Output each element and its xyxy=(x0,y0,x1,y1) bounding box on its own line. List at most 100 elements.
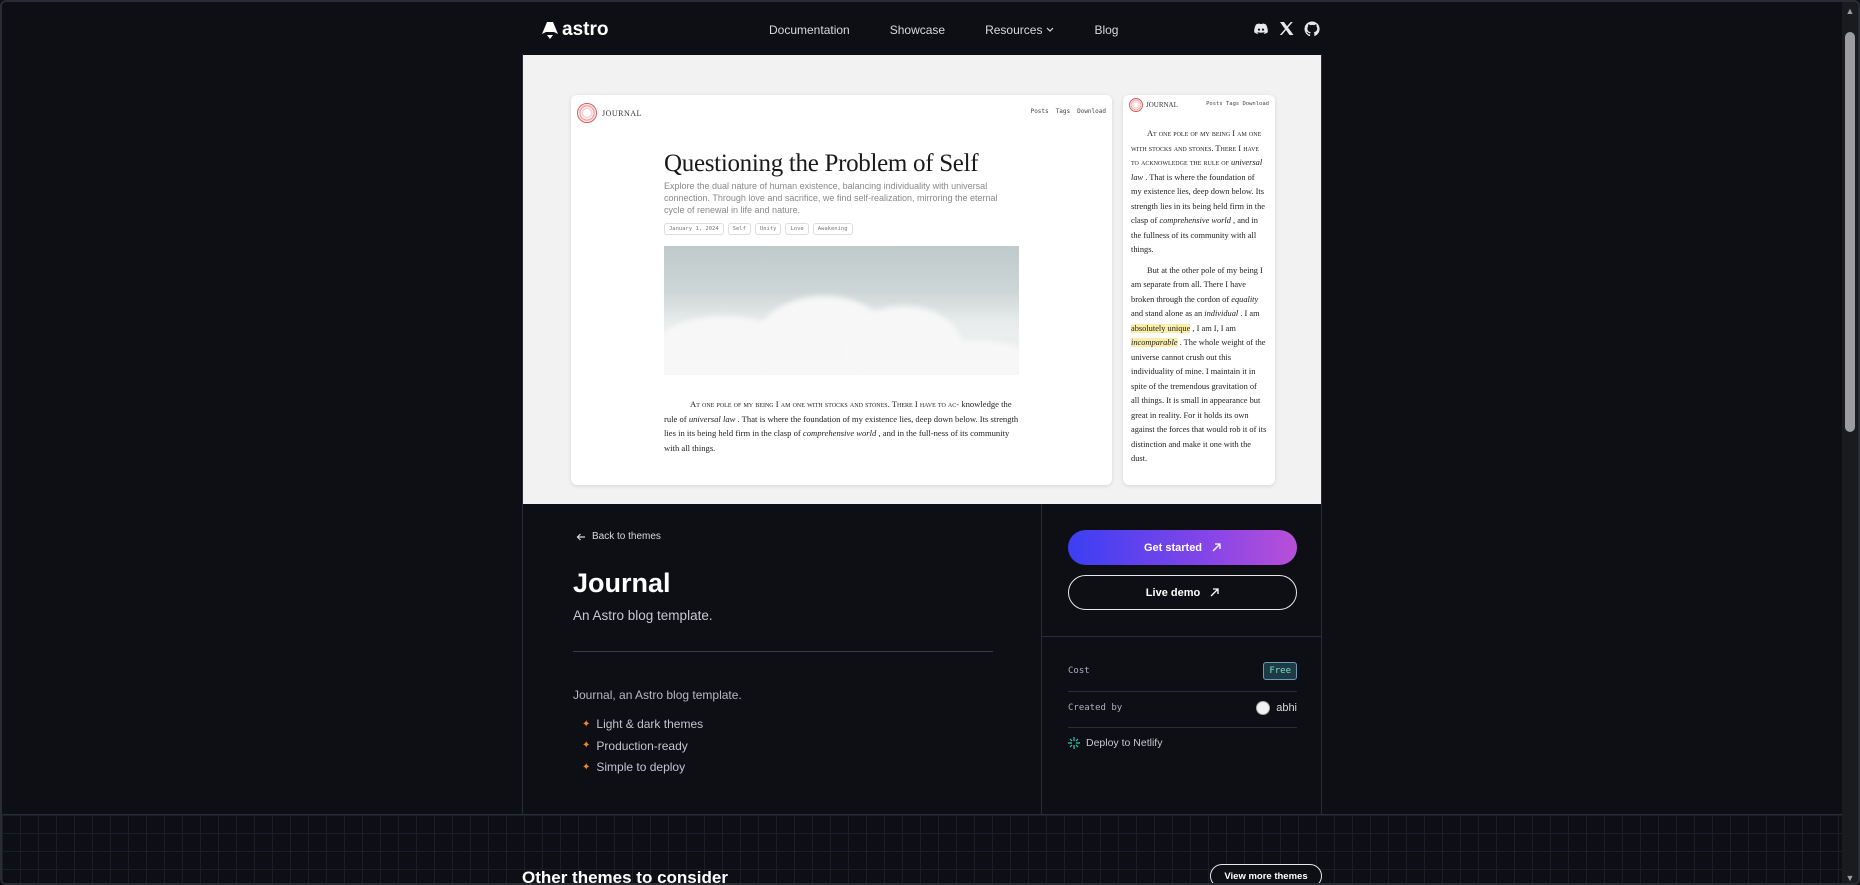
feature-item: ✦ Simple to deploy xyxy=(582,760,703,774)
nav-link-showcase[interactable]: Showcase xyxy=(890,23,945,37)
journal-nav-download: Download xyxy=(1077,108,1106,115)
arrow-up-right-icon xyxy=(1210,588,1219,597)
github-icon[interactable] xyxy=(1304,21,1320,37)
meta-row-divider xyxy=(1068,691,1297,692)
brand-name: astro xyxy=(562,19,609,40)
deploy-label: Deploy to Netlify xyxy=(1086,737,1163,749)
created-by-label: Created by xyxy=(1068,703,1123,713)
details-border-left xyxy=(522,504,523,814)
preview-desktop-card: JOURNAL Posts Tags Download Questioning … xyxy=(571,95,1112,485)
scrollbar-thumb[interactable] xyxy=(1845,32,1855,432)
article-emphasis: universal law xyxy=(688,413,736,424)
created-by-row: Created by abhi xyxy=(1068,701,1297,715)
journal-brand: JOURNAL xyxy=(602,108,642,118)
social-links xyxy=(1253,21,1320,37)
get-started-button[interactable]: Get started xyxy=(1068,530,1297,565)
live-demo-label: Live demo xyxy=(1145,586,1201,599)
feature-label: Production-ready xyxy=(596,738,688,753)
article-tag: Self xyxy=(727,223,751,235)
journal-logo-small: JOURNAL xyxy=(1129,98,1178,112)
astro-icon xyxy=(542,22,558,39)
cost-row: Cost Free xyxy=(1068,662,1297,680)
details-divider-line xyxy=(573,651,993,652)
sparkle-icon: ✦ xyxy=(582,718,591,730)
nav-link-documentation[interactable]: Documentation xyxy=(769,23,850,37)
live-demo-button[interactable]: Live demo xyxy=(1068,575,1297,610)
sparkle-icon: ✦ xyxy=(582,761,591,773)
paragraph-emphasis: equality xyxy=(1231,294,1259,304)
journal-nav-tags: Tags xyxy=(1055,108,1071,115)
nav-links: Documentation Showcase Resources Blog xyxy=(769,23,1118,37)
nav-link-resources[interactable]: Resources xyxy=(985,23,1054,37)
article-tag: Love xyxy=(785,223,809,235)
article-title: Questioning the Problem of Self xyxy=(664,150,979,177)
cost-label: Cost xyxy=(1068,666,1090,676)
highlight-text: absolutely unique xyxy=(1131,323,1191,333)
back-label: Back to themes xyxy=(592,531,661,542)
mobile-article-body: At one pole of my being I am one with st… xyxy=(1131,127,1267,473)
creator-name: abhi xyxy=(1276,702,1297,714)
journal-nav-small: Posts Tags Download xyxy=(1206,101,1269,107)
article-lead: At one pole of my being I am one with st… xyxy=(690,399,960,409)
feature-label: Light & dark themes xyxy=(596,717,704,731)
highlight-text: incomparable xyxy=(1131,338,1178,347)
paragraph-text: and stand alone as an xyxy=(1131,309,1205,318)
avatar xyxy=(1256,701,1271,715)
theme-preview[interactable]: JOURNAL Posts Tags Download Questioning … xyxy=(523,55,1322,504)
article-tag: Awakening xyxy=(812,223,853,235)
journal-badge-icon xyxy=(1129,98,1143,112)
article-body: At one pole of my being I am one with st… xyxy=(664,397,1019,455)
article-emphasis: comprehensive world xyxy=(802,428,877,438)
arrow-left-icon xyxy=(576,533,585,540)
content-border-right xyxy=(1321,54,1322,814)
article-description: Explore the dual nature of human existen… xyxy=(664,181,998,215)
article-tags: January 1, 2024 Self Unity Love Awakenin… xyxy=(664,223,1019,235)
paragraph-text: , I am I, I am xyxy=(1190,323,1236,333)
theme-title: Journal xyxy=(573,568,671,598)
journal-brand: JOURNAL xyxy=(1146,101,1178,109)
feature-label: Simple to deploy xyxy=(596,760,686,774)
details-divider xyxy=(1041,504,1042,814)
creator-link[interactable]: abhi xyxy=(1256,701,1297,715)
paragraph-text: . I am xyxy=(1238,309,1260,318)
get-started-label: Get started xyxy=(1143,541,1203,554)
x-icon[interactable] xyxy=(1279,21,1294,36)
journal-nav: Posts Tags Download xyxy=(1031,108,1106,115)
nav-link-resources-label: Resources xyxy=(985,23,1043,37)
journal-nav-posts: Posts xyxy=(1030,108,1049,115)
paragraph-emphasis: individual xyxy=(1204,309,1239,318)
feature-item: ✦ Light & dark themes xyxy=(582,717,703,731)
scroll-up-icon[interactable]: ▲ xyxy=(1845,6,1855,16)
top-nav: astro Documentation Showcase Resources B… xyxy=(522,2,1322,54)
back-to-themes-link[interactable]: Back to themes xyxy=(576,531,661,542)
nav-link-blog[interactable]: Blog xyxy=(1094,23,1118,37)
discord-icon[interactable] xyxy=(1253,21,1269,37)
view-more-themes-button[interactable]: View more themes xyxy=(1210,864,1322,883)
article-tag: Unity xyxy=(754,223,782,235)
scroll-down-icon[interactable]: ▼ xyxy=(1845,873,1855,883)
other-themes-section xyxy=(2,814,1846,883)
theme-description: Journal, an Astro blog template. xyxy=(573,688,742,702)
preview-mobile-card: JOURNAL Posts Tags Download At one pole … xyxy=(1123,95,1275,485)
paragraph-text: . The whole weight of the universe canno… xyxy=(1131,338,1267,463)
deploy-to-netlify-link[interactable]: Deploy to Netlify xyxy=(1068,737,1162,749)
astro-logo[interactable]: astro xyxy=(542,19,608,41)
other-themes-title: Other themes to consider xyxy=(522,868,728,885)
journal-logo: JOURNAL xyxy=(577,103,642,123)
journal-badge-icon xyxy=(577,103,597,123)
mobile-paragraph-1: At one pole of my being I am one with st… xyxy=(1131,127,1267,258)
paragraph-emphasis: comprehensive world xyxy=(1159,216,1231,225)
netlify-icon xyxy=(1068,737,1080,749)
preview-article: Questioning the Problem of Self Explore … xyxy=(664,150,1019,455)
page-scrollbar[interactable]: ▲ ▼ xyxy=(1842,2,1858,883)
theme-subtitle: An Astro blog template. xyxy=(573,608,713,623)
meta-divider xyxy=(1042,636,1322,637)
cost-badge: Free xyxy=(1263,662,1297,680)
article-date: January 1, 2024 xyxy=(664,223,724,235)
meta-row-divider xyxy=(1068,727,1297,728)
chevron-down-icon xyxy=(1047,27,1054,32)
mobile-paragraph-2: But at the other pole of my being I am s… xyxy=(1131,264,1267,467)
feature-list: ✦ Light & dark themes ✦ Production-ready ✦… xyxy=(582,717,703,782)
browser-frame: astro Documentation Showcase Resources B… xyxy=(0,0,1860,885)
article-hero-image xyxy=(664,246,1019,375)
